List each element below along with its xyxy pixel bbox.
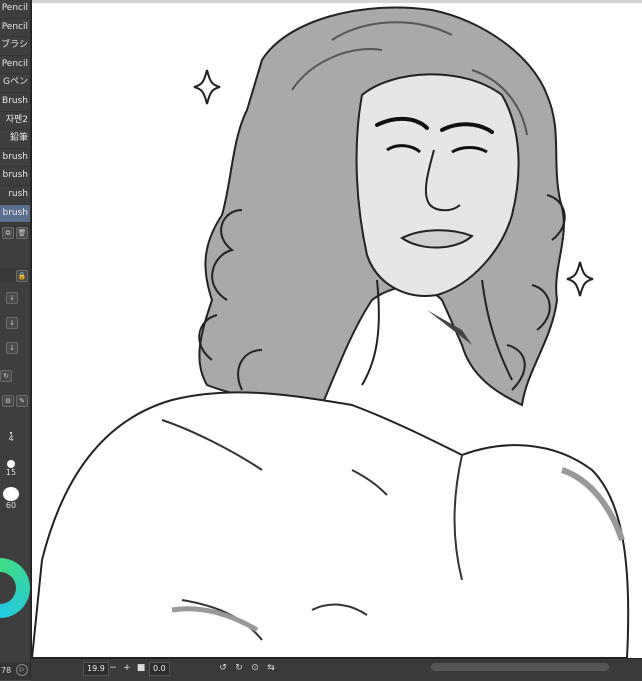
sub-tool-item[interactable]: brush [0,149,30,168]
left-footer: 78 ▷ [0,662,30,680]
pressure-icon[interactable]: ↓ [6,342,18,354]
sub-tool-item[interactable]: Pencil [0,56,30,75]
rotate-right-icon[interactable]: ↻ [233,662,245,674]
copy-icon[interactable]: ⧉ [2,227,14,239]
footer-value: 78 [1,666,12,675]
artwork [32,6,630,658]
horizontal-scrollbar[interactable] [431,663,609,671]
sparkle-icon [193,69,221,105]
sub-tool-item[interactable]: rush [0,186,30,205]
pressure-icon[interactable]: ↓ [6,317,18,329]
sub-tool-item[interactable]: Brush [0,93,30,112]
sub-tool-item[interactable]: Pencil [0,19,30,38]
settings-icon[interactable]: ⚙ [2,395,14,407]
sub-tool-item[interactable]: 자펜2 [0,112,30,131]
sub-tool-item[interactable]: Gペン [0,74,30,93]
sub-tool-item[interactable]: brush [0,167,30,186]
brush-size-option[interactable]: 60 [0,487,22,510]
play-icon[interactable]: ▷ [16,664,28,676]
zoom-out-button[interactable]: − [107,662,119,674]
drawing-canvas[interactable] [31,0,642,658]
sub-tool-list: Pencil Pencil ブラシ Pencil Gペン Brush 자펜2 鉛… [0,0,30,224]
sub-tool-toolbar: ⧉ 🗑 [0,225,30,239]
brush-size-option[interactable]: 4 [0,432,22,443]
square-icon[interactable]: ■ [135,662,147,674]
sub-tool-item[interactable]: ブラシ [0,37,30,56]
angle-field[interactable]: 0.0 [149,662,170,676]
wrench-icon[interactable]: ✎ [16,395,28,407]
flip-icon[interactable]: ⇆ [265,662,277,674]
rotate-left-icon[interactable]: ↺ [217,662,229,674]
zoom-field[interactable]: 19.9 [83,662,109,676]
trash-icon[interactable]: 🗑 [16,227,28,239]
canvas-status-bar: 19.9 − + ■ 0.0 ↺ ↻ ⊙ ⇆ [31,658,642,681]
brush-size-label: 15 [5,468,17,477]
reset-rotation-icon[interactable]: ⊙ [249,662,261,674]
sub-tool-item[interactable]: 鉛筆 [0,130,30,149]
paint-app: Pencil Pencil ブラシ Pencil Gペン Brush 자펜2 鉛… [0,0,642,681]
brush-size-label: 60 [5,501,17,510]
color-wheel[interactable] [0,558,30,618]
left-tool-panel: Pencil Pencil ブラシ Pencil Gペン Brush 자펜2 鉛… [0,0,31,680]
sub-tool-item-selected[interactable]: brush [0,204,30,224]
brush-size-option[interactable]: 15 [0,460,22,477]
lock-icon[interactable]: 🔒 [16,270,28,282]
sparkle-icon [566,261,594,297]
sub-tool-item[interactable]: Pencil [0,0,30,19]
pressure-icon[interactable]: ↓ [6,292,18,304]
zoom-in-button[interactable]: + [121,662,133,674]
refresh-icon[interactable]: ↻ [0,370,12,382]
torso [32,391,630,658]
brush-size-label: 4 [8,434,14,443]
tool-property-header: 🔒 [0,268,30,282]
